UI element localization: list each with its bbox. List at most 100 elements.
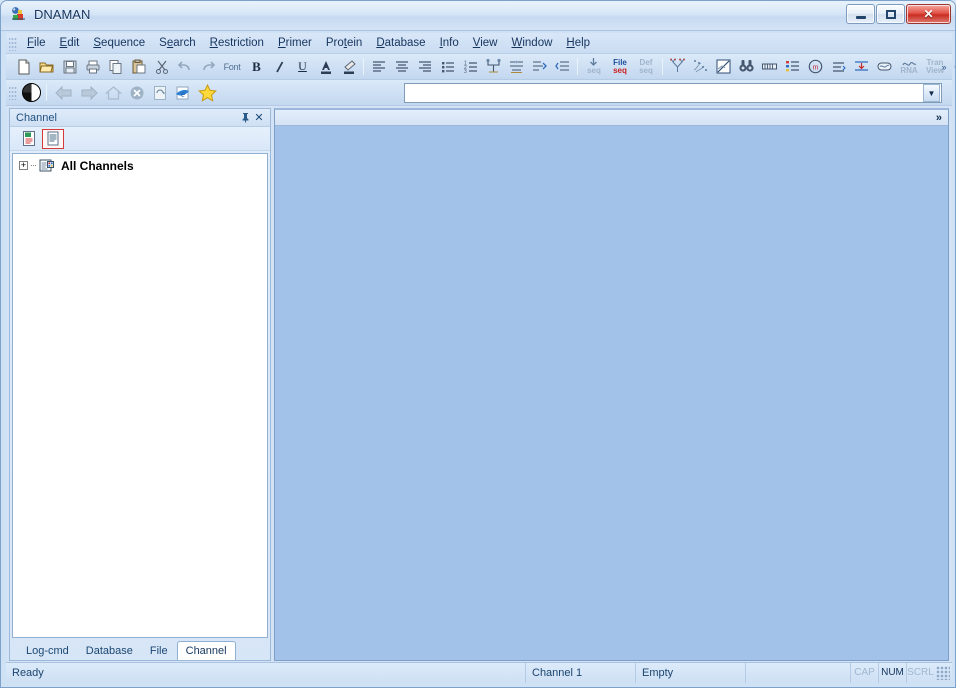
paste-icon[interactable] [128, 56, 149, 77]
forward-arrow-icon[interactable] [77, 82, 101, 103]
close-button[interactable]: ✕ [906, 4, 951, 24]
nav-separator [46, 84, 47, 101]
toolbar-separator-2 [577, 58, 578, 75]
menubar-gripper[interactable] [9, 35, 17, 51]
bullet-list-icon[interactable] [437, 56, 458, 77]
print-icon[interactable] [82, 56, 103, 77]
client-area: Channel ✕ + All Channels Log-cmd Databas… [6, 106, 952, 663]
align-left-icon[interactable] [368, 56, 389, 77]
alignment-tree-icon[interactable] [483, 56, 504, 77]
open-folder-icon[interactable] [36, 56, 57, 77]
toolbar-overflow-button[interactable]: » [938, 56, 950, 77]
menu-edit[interactable]: Edit [53, 35, 87, 52]
menu-database[interactable]: Database [369, 35, 432, 52]
channel-tree[interactable]: + All Channels [12, 153, 268, 638]
mdi-overflow-chevron-icon[interactable]: » [936, 112, 942, 124]
back-arrow-icon[interactable] [51, 82, 75, 103]
save-icon[interactable] [59, 56, 80, 77]
status-indicator-cap: CAP [850, 662, 878, 683]
load-seq-icon[interactable]: seq [582, 56, 606, 77]
menu-help[interactable]: Help [559, 35, 597, 52]
phylo-tree-icon[interactable] [667, 56, 688, 77]
menu-sequence[interactable]: Sequence [86, 35, 152, 52]
address-dropdown-arrow[interactable]: ▼ [923, 84, 940, 102]
globe-icon[interactable] [21, 82, 42, 103]
expand-plus-icon[interactable]: + [19, 161, 28, 170]
font-label[interactable]: Font [220, 56, 244, 77]
options-icon[interactable]: Opt [949, 56, 955, 77]
window-title: DNAMAN [34, 7, 91, 22]
home-icon[interactable] [103, 82, 124, 103]
title-bar: DNAMAN ✕ [1, 1, 955, 31]
all-channels-icon [39, 158, 55, 173]
status-bar: Ready Channel 1 Empty CAP NUM SCRL [6, 662, 952, 683]
resize-grip[interactable] [936, 665, 950, 680]
def-seq-icon[interactable]: Def seq [634, 56, 658, 77]
dot-matrix-icon[interactable] [690, 56, 711, 77]
plasmid-icon[interactable] [874, 56, 895, 77]
refresh-icon[interactable] [149, 82, 170, 103]
homology-icon[interactable] [529, 56, 550, 77]
favorites-star-icon[interactable] [195, 82, 219, 103]
menu-file[interactable]: File [20, 35, 53, 52]
align-right-icon[interactable] [414, 56, 435, 77]
address-input[interactable] [405, 85, 923, 101]
channel-list-doc-icon[interactable] [42, 128, 64, 149]
minimize-button[interactable] [846, 4, 875, 24]
tree-node-all-channels[interactable]: + All Channels [13, 154, 267, 173]
gel-icon[interactable] [828, 56, 849, 77]
dock-toolbar [10, 127, 270, 151]
numbered-list-icon[interactable]: 123 [460, 56, 481, 77]
new-channel-doc-icon[interactable] [18, 129, 40, 149]
tab-log-cmd[interactable]: Log-cmd [18, 642, 77, 660]
highlight-icon[interactable] [338, 56, 359, 77]
minimize-glyph [855, 15, 866, 19]
status-indicator-scrl: SCRL [906, 662, 934, 683]
menu-restriction[interactable]: Restriction [203, 35, 271, 52]
tab-channel[interactable]: Channel [176, 641, 236, 660]
new-icon[interactable] [13, 56, 34, 77]
italic-icon[interactable] [269, 56, 290, 77]
cut-scissors-icon[interactable] [151, 56, 172, 77]
application-window: DNAMAN ✕ File Edit Sequence Search Restr… [0, 0, 956, 688]
navigation-toolbar: e ▼ [6, 80, 952, 106]
text-color-icon[interactable] [315, 56, 336, 77]
menu-primer[interactable]: Primer [271, 35, 319, 52]
svg-text:3: 3 [464, 69, 467, 75]
pin-icon[interactable] [238, 111, 252, 125]
feature-list-icon[interactable] [782, 56, 803, 77]
restriction-map-icon[interactable] [759, 56, 780, 77]
align-profile-icon[interactable] [552, 56, 573, 77]
menu-protein[interactable]: Protein [319, 35, 369, 52]
menu-search[interactable]: Search [152, 35, 202, 52]
methylation-icon[interactable]: m [805, 56, 826, 77]
stop-icon[interactable] [126, 82, 147, 103]
dock-tab-strip: Log-cmd Database File Channel [10, 638, 270, 660]
menu-info[interactable]: Info [433, 35, 466, 52]
status-spacer [745, 662, 850, 683]
underline-icon[interactable]: U [292, 56, 313, 77]
nav-toolbar-gripper[interactable] [9, 85, 17, 100]
rna-icon[interactable]: RNA [897, 56, 921, 77]
status-state: Empty [635, 662, 745, 683]
mdi-client-area: » [274, 108, 949, 661]
menu-view[interactable]: View [466, 35, 505, 52]
maximize-restore-button[interactable] [876, 4, 905, 24]
mdi-top-strip: » [275, 110, 948, 126]
internet-explorer-icon[interactable]: e [172, 82, 193, 103]
tab-database[interactable]: Database [78, 642, 141, 660]
primer-design-icon[interactable] [851, 56, 872, 77]
align-center-icon[interactable] [391, 56, 412, 77]
find-binoculars-icon[interactable] [736, 56, 757, 77]
tab-file[interactable]: File [142, 642, 176, 660]
bold-icon[interactable]: B [246, 56, 267, 77]
multi-align-icon[interactable] [506, 56, 527, 77]
menu-window[interactable]: Window [505, 35, 560, 52]
redo-icon[interactable] [197, 56, 218, 77]
copy-icon[interactable] [105, 56, 126, 77]
file-seq-icon[interactable]: File seq [608, 56, 632, 77]
undo-icon[interactable] [174, 56, 195, 77]
plot-icon[interactable] [713, 56, 734, 77]
close-icon[interactable]: ✕ [252, 111, 266, 125]
address-combobox[interactable]: ▼ [404, 83, 942, 103]
